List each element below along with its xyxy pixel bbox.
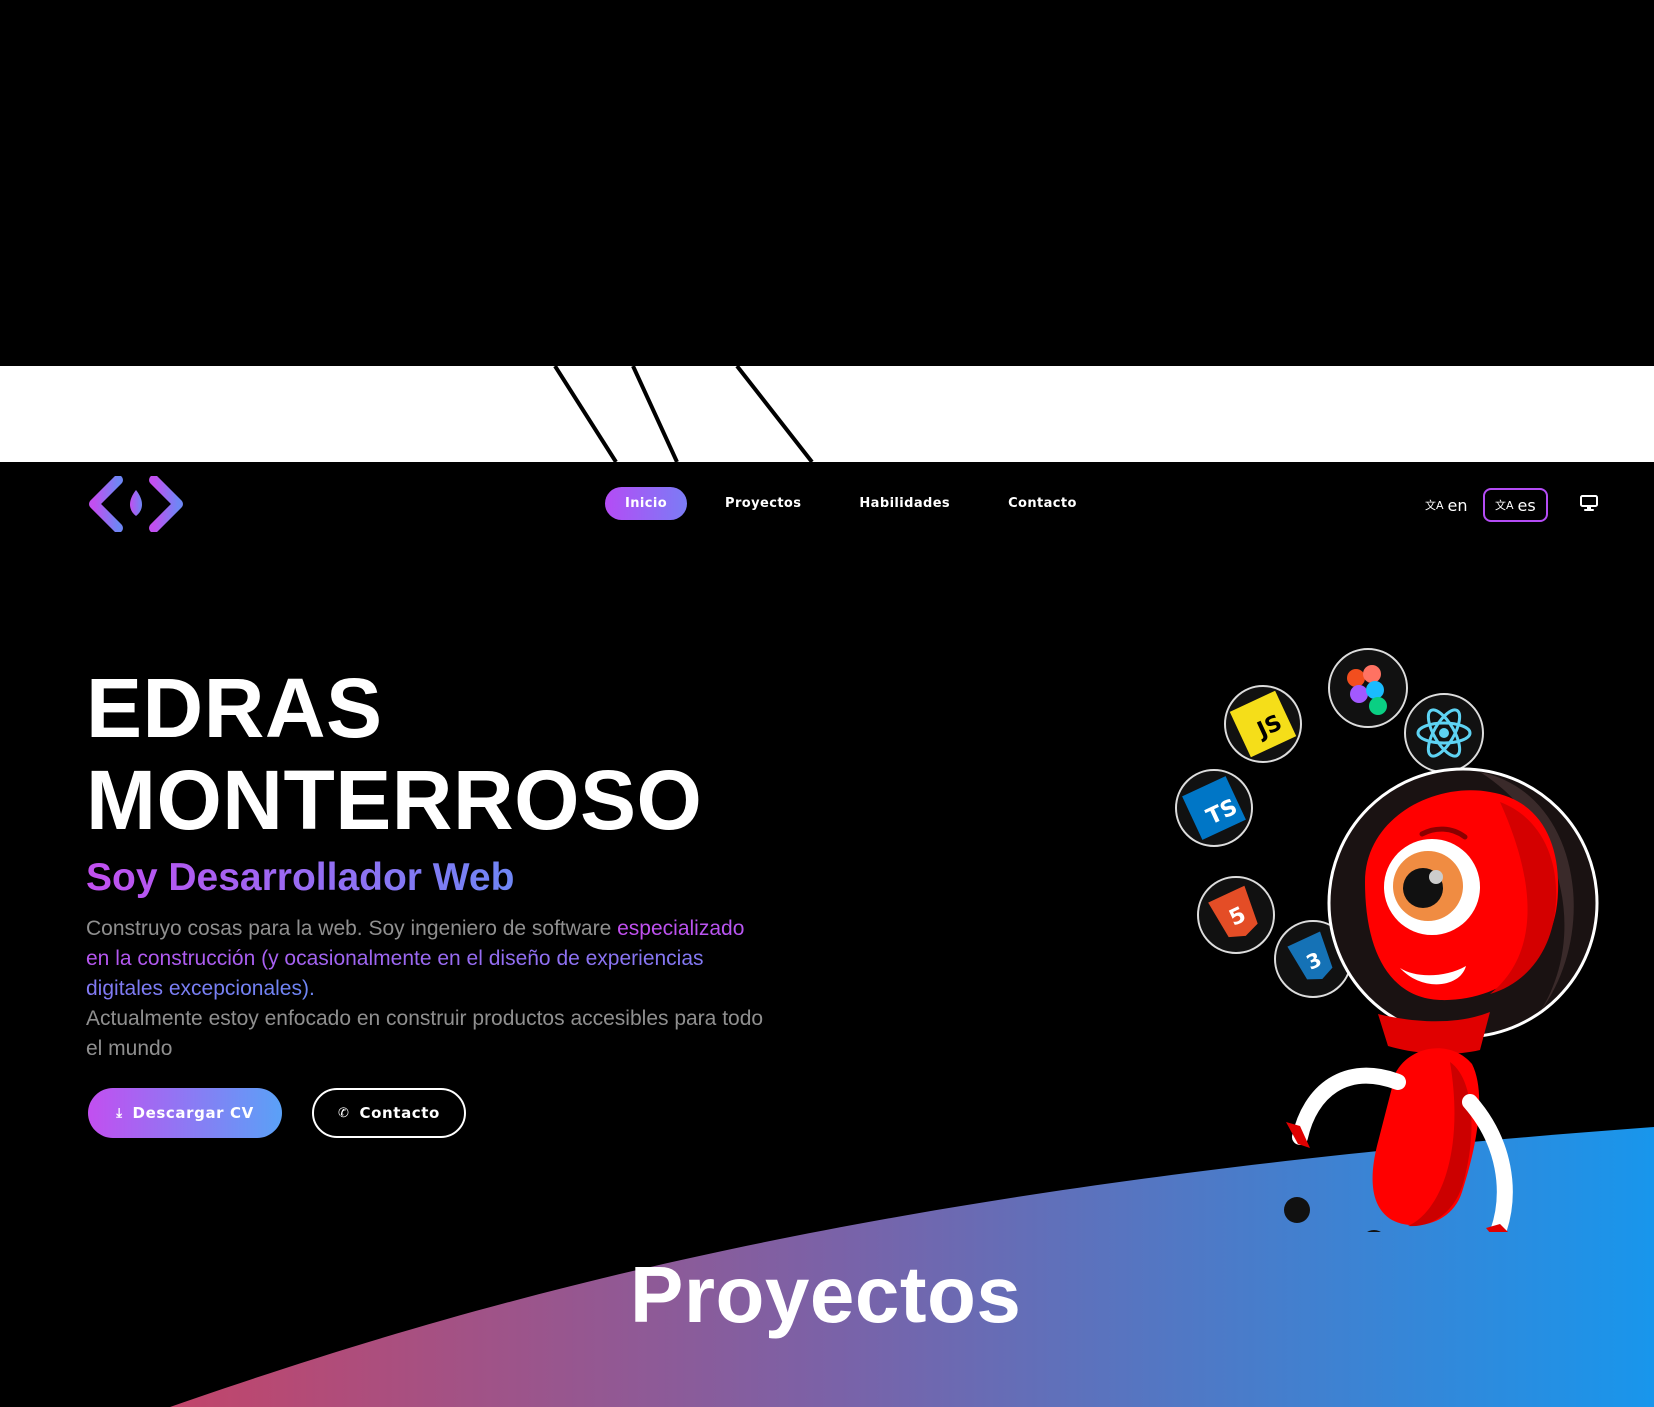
nav-item-habilidades[interactable]: Habilidades [839, 487, 970, 520]
hero-buttons: ⤓ Descargar CV ✆ Contacto [88, 1088, 466, 1138]
hero-section: EDRAS MONTERROSO Soy Desarrollador Web C… [86, 662, 786, 1064]
contact-label: Contacto [359, 1104, 440, 1122]
decorative-band [0, 366, 1654, 462]
download-cv-button[interactable]: ⤓ Descargar CV [88, 1088, 282, 1138]
decorative-lines [553, 366, 814, 462]
projects-section-title: Proyectos [630, 1250, 1022, 1339]
logo-icon[interactable] [88, 476, 184, 532]
html5-icon: 5 [1197, 876, 1275, 954]
react-icon [1404, 693, 1484, 773]
contact-button[interactable]: ✆ Contacto [312, 1088, 466, 1138]
hero-desc-part1: Construyo cosas para la web. Soy ingenie… [86, 917, 618, 940]
language-en-button[interactable]: 文A en [1415, 488, 1478, 522]
nav-item-proyectos[interactable]: Proyectos [705, 487, 821, 520]
nav-item-inicio[interactable]: Inicio [605, 487, 688, 520]
javascript-icon: JS [1224, 685, 1302, 763]
hero-description: Construyo cosas para la web. Soy ingenie… [86, 914, 766, 1064]
download-cv-label: Descargar CV [132, 1104, 254, 1122]
hero-name-line1: EDRAS [86, 661, 383, 755]
translate-icon: 文A [1495, 499, 1514, 512]
hero-subtitle: Soy Desarrollador Web [86, 856, 515, 899]
language-es-label: es [1517, 495, 1536, 515]
phone-icon: ✆ [338, 1105, 350, 1121]
download-icon: ⤓ [116, 1105, 123, 1121]
hero-name-line2: MONTERROSO [86, 753, 703, 847]
language-en-label: en [1447, 495, 1468, 515]
monitor-icon[interactable] [1580, 494, 1598, 512]
site-header: Inicio Proyectos Habilidades Contacto 文A… [0, 462, 1654, 546]
translate-icon: 文A [1425, 499, 1444, 512]
hero-desc-part2: Actualmente estoy enfocado en construir … [86, 1007, 764, 1060]
language-es-button[interactable]: 文A es [1483, 488, 1548, 522]
portfolio-page: Inicio Proyectos Habilidades Contacto 文A… [0, 462, 1654, 1407]
figma-icon [1328, 648, 1408, 728]
hero-name: EDRAS MONTERROSO [86, 662, 786, 846]
robot-astronaut-illustration: JS TS 5 3 [1175, 648, 1599, 1232]
top-blank-area [0, 0, 1654, 366]
main-nav: Inicio Proyectos Habilidades Contacto [605, 487, 1097, 520]
typescript-icon: TS [1175, 769, 1253, 847]
nav-item-contacto[interactable]: Contacto [988, 487, 1097, 520]
